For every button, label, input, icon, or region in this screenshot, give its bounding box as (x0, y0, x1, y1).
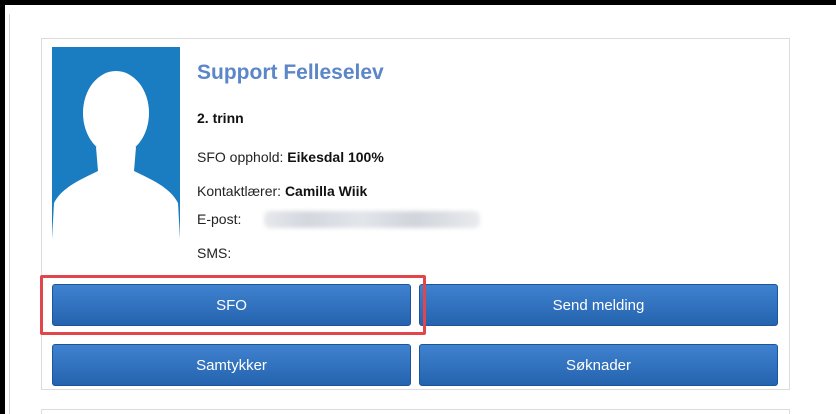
sfo-button-highlight (40, 275, 426, 335)
sfo-stay-value: Eikesdal 100% (287, 149, 384, 165)
content-divider (9, 14, 10, 414)
student-name[interactable]: Support Felleselev (197, 61, 384, 85)
sfo-stay-label: SFO opphold: (197, 149, 284, 165)
sms-label: SMS: (197, 245, 232, 261)
email-label: E-post: (197, 211, 242, 227)
email-value-redacted (264, 211, 480, 228)
sms-row: SMS: (197, 245, 231, 261)
contact-teacher-value: Camilla Wiik (284, 183, 368, 199)
contact-teacher-row: Kontaktlærer: Camilla Wiik (197, 183, 367, 199)
send-message-button[interactable]: Send melding (419, 284, 778, 326)
applications-button[interactable]: Søknader (419, 344, 778, 386)
consent-button[interactable]: Samtykker (52, 344, 411, 386)
avatar (52, 47, 180, 239)
sfo-stay-row: SFO opphold: Eikesdal 100% (197, 149, 384, 165)
next-student-card (41, 409, 790, 414)
person-silhouette-icon (52, 71, 180, 239)
window-frame-left (0, 0, 5, 414)
contact-teacher-label: Kontaktlærer: (197, 183, 282, 199)
window-frame-top (0, 0, 836, 5)
student-grade: 2. trinn (197, 110, 244, 126)
email-row: E-post: (197, 211, 241, 227)
